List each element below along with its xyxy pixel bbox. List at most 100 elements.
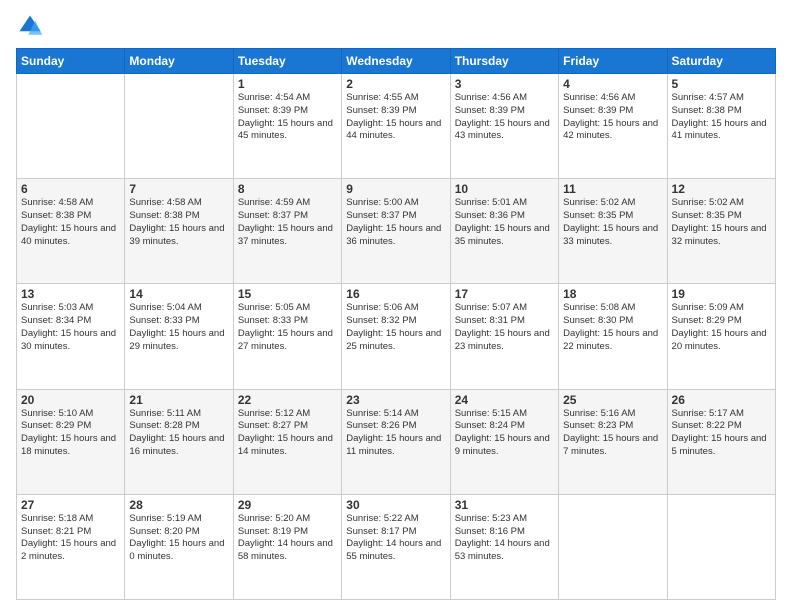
- day-info: Sunrise: 5:02 AM Sunset: 8:35 PM Dayligh…: [563, 197, 662, 248]
- calendar-day-header: Thursday: [450, 49, 558, 74]
- day-info: Sunrise: 5:14 AM Sunset: 8:26 PM Dayligh…: [346, 408, 445, 459]
- day-info: Sunrise: 4:58 AM Sunset: 8:38 PM Dayligh…: [21, 197, 120, 248]
- day-number: 19: [672, 287, 771, 301]
- calendar-table: SundayMondayTuesdayWednesdayThursdayFrid…: [16, 48, 776, 600]
- day-info: Sunrise: 5:02 AM Sunset: 8:35 PM Dayligh…: [672, 197, 771, 248]
- day-info: Sunrise: 5:15 AM Sunset: 8:24 PM Dayligh…: [455, 408, 554, 459]
- calendar-cell: 28Sunrise: 5:19 AM Sunset: 8:20 PM Dayli…: [125, 494, 233, 599]
- day-number: 20: [21, 393, 120, 407]
- calendar-cell: [17, 74, 125, 179]
- calendar-cell: 27Sunrise: 5:18 AM Sunset: 8:21 PM Dayli…: [17, 494, 125, 599]
- day-info: Sunrise: 5:16 AM Sunset: 8:23 PM Dayligh…: [563, 408, 662, 459]
- day-number: 12: [672, 182, 771, 196]
- day-info: Sunrise: 5:22 AM Sunset: 8:17 PM Dayligh…: [346, 513, 445, 564]
- day-info: Sunrise: 5:06 AM Sunset: 8:32 PM Dayligh…: [346, 302, 445, 353]
- calendar-day-header: Monday: [125, 49, 233, 74]
- day-number: 3: [455, 77, 554, 91]
- day-number: 7: [129, 182, 228, 196]
- day-number: 18: [563, 287, 662, 301]
- day-number: 10: [455, 182, 554, 196]
- day-number: 21: [129, 393, 228, 407]
- calendar-cell: 10Sunrise: 5:01 AM Sunset: 8:36 PM Dayli…: [450, 179, 558, 284]
- calendar-cell: 2Sunrise: 4:55 AM Sunset: 8:39 PM Daylig…: [342, 74, 450, 179]
- day-number: 26: [672, 393, 771, 407]
- day-number: 13: [21, 287, 120, 301]
- calendar-cell: 14Sunrise: 5:04 AM Sunset: 8:33 PM Dayli…: [125, 284, 233, 389]
- calendar-day-header: Friday: [559, 49, 667, 74]
- calendar-week-row: 27Sunrise: 5:18 AM Sunset: 8:21 PM Dayli…: [17, 494, 776, 599]
- calendar-cell: 8Sunrise: 4:59 AM Sunset: 8:37 PM Daylig…: [233, 179, 341, 284]
- calendar-cell: [559, 494, 667, 599]
- calendar-cell: 6Sunrise: 4:58 AM Sunset: 8:38 PM Daylig…: [17, 179, 125, 284]
- calendar-cell: 15Sunrise: 5:05 AM Sunset: 8:33 PM Dayli…: [233, 284, 341, 389]
- day-info: Sunrise: 5:23 AM Sunset: 8:16 PM Dayligh…: [455, 513, 554, 564]
- calendar-cell: 16Sunrise: 5:06 AM Sunset: 8:32 PM Dayli…: [342, 284, 450, 389]
- day-number: 24: [455, 393, 554, 407]
- calendar-cell: 20Sunrise: 5:10 AM Sunset: 8:29 PM Dayli…: [17, 389, 125, 494]
- calendar-cell: 5Sunrise: 4:57 AM Sunset: 8:38 PM Daylig…: [667, 74, 775, 179]
- day-number: 6: [21, 182, 120, 196]
- day-number: 30: [346, 498, 445, 512]
- calendar-cell: 4Sunrise: 4:56 AM Sunset: 8:39 PM Daylig…: [559, 74, 667, 179]
- day-info: Sunrise: 5:12 AM Sunset: 8:27 PM Dayligh…: [238, 408, 337, 459]
- day-number: 2: [346, 77, 445, 91]
- calendar-header-row: SundayMondayTuesdayWednesdayThursdayFrid…: [17, 49, 776, 74]
- day-info: Sunrise: 5:08 AM Sunset: 8:30 PM Dayligh…: [563, 302, 662, 353]
- day-number: 29: [238, 498, 337, 512]
- calendar-cell: 12Sunrise: 5:02 AM Sunset: 8:35 PM Dayli…: [667, 179, 775, 284]
- calendar-cell: 7Sunrise: 4:58 AM Sunset: 8:38 PM Daylig…: [125, 179, 233, 284]
- day-number: 11: [563, 182, 662, 196]
- calendar-cell: 25Sunrise: 5:16 AM Sunset: 8:23 PM Dayli…: [559, 389, 667, 494]
- day-info: Sunrise: 5:01 AM Sunset: 8:36 PM Dayligh…: [455, 197, 554, 248]
- day-number: 8: [238, 182, 337, 196]
- day-number: 17: [455, 287, 554, 301]
- day-info: Sunrise: 5:00 AM Sunset: 8:37 PM Dayligh…: [346, 197, 445, 248]
- calendar-cell: [125, 74, 233, 179]
- day-info: Sunrise: 5:10 AM Sunset: 8:29 PM Dayligh…: [21, 408, 120, 459]
- day-info: Sunrise: 5:11 AM Sunset: 8:28 PM Dayligh…: [129, 408, 228, 459]
- day-info: Sunrise: 4:54 AM Sunset: 8:39 PM Dayligh…: [238, 92, 337, 143]
- day-number: 22: [238, 393, 337, 407]
- calendar-cell: 26Sunrise: 5:17 AM Sunset: 8:22 PM Dayli…: [667, 389, 775, 494]
- calendar-cell: 29Sunrise: 5:20 AM Sunset: 8:19 PM Dayli…: [233, 494, 341, 599]
- day-number: 14: [129, 287, 228, 301]
- day-number: 25: [563, 393, 662, 407]
- calendar-cell: 3Sunrise: 4:56 AM Sunset: 8:39 PM Daylig…: [450, 74, 558, 179]
- day-number: 31: [455, 498, 554, 512]
- day-info: Sunrise: 5:07 AM Sunset: 8:31 PM Dayligh…: [455, 302, 554, 353]
- calendar-cell: 22Sunrise: 5:12 AM Sunset: 8:27 PM Dayli…: [233, 389, 341, 494]
- day-number: 27: [21, 498, 120, 512]
- day-number: 28: [129, 498, 228, 512]
- calendar-day-header: Tuesday: [233, 49, 341, 74]
- day-number: 9: [346, 182, 445, 196]
- calendar-cell: 21Sunrise: 5:11 AM Sunset: 8:28 PM Dayli…: [125, 389, 233, 494]
- calendar-week-row: 6Sunrise: 4:58 AM Sunset: 8:38 PM Daylig…: [17, 179, 776, 284]
- calendar-week-row: 1Sunrise: 4:54 AM Sunset: 8:39 PM Daylig…: [17, 74, 776, 179]
- calendar-cell: [667, 494, 775, 599]
- day-number: 23: [346, 393, 445, 407]
- day-number: 15: [238, 287, 337, 301]
- calendar-week-row: 20Sunrise: 5:10 AM Sunset: 8:29 PM Dayli…: [17, 389, 776, 494]
- day-info: Sunrise: 5:03 AM Sunset: 8:34 PM Dayligh…: [21, 302, 120, 353]
- calendar-cell: 11Sunrise: 5:02 AM Sunset: 8:35 PM Dayli…: [559, 179, 667, 284]
- calendar-cell: 18Sunrise: 5:08 AM Sunset: 8:30 PM Dayli…: [559, 284, 667, 389]
- calendar-cell: 17Sunrise: 5:07 AM Sunset: 8:31 PM Dayli…: [450, 284, 558, 389]
- logo: [16, 12, 48, 40]
- day-info: Sunrise: 4:56 AM Sunset: 8:39 PM Dayligh…: [455, 92, 554, 143]
- day-info: Sunrise: 5:05 AM Sunset: 8:33 PM Dayligh…: [238, 302, 337, 353]
- logo-icon: [16, 12, 44, 40]
- day-info: Sunrise: 4:59 AM Sunset: 8:37 PM Dayligh…: [238, 197, 337, 248]
- calendar-day-header: Saturday: [667, 49, 775, 74]
- header: [16, 12, 776, 40]
- calendar-cell: 9Sunrise: 5:00 AM Sunset: 8:37 PM Daylig…: [342, 179, 450, 284]
- day-number: 1: [238, 77, 337, 91]
- page: SundayMondayTuesdayWednesdayThursdayFrid…: [0, 0, 792, 612]
- day-info: Sunrise: 5:20 AM Sunset: 8:19 PM Dayligh…: [238, 513, 337, 564]
- day-info: Sunrise: 5:04 AM Sunset: 8:33 PM Dayligh…: [129, 302, 228, 353]
- day-number: 16: [346, 287, 445, 301]
- day-info: Sunrise: 5:19 AM Sunset: 8:20 PM Dayligh…: [129, 513, 228, 564]
- day-info: Sunrise: 5:18 AM Sunset: 8:21 PM Dayligh…: [21, 513, 120, 564]
- day-info: Sunrise: 4:55 AM Sunset: 8:39 PM Dayligh…: [346, 92, 445, 143]
- day-info: Sunrise: 5:17 AM Sunset: 8:22 PM Dayligh…: [672, 408, 771, 459]
- day-info: Sunrise: 5:09 AM Sunset: 8:29 PM Dayligh…: [672, 302, 771, 353]
